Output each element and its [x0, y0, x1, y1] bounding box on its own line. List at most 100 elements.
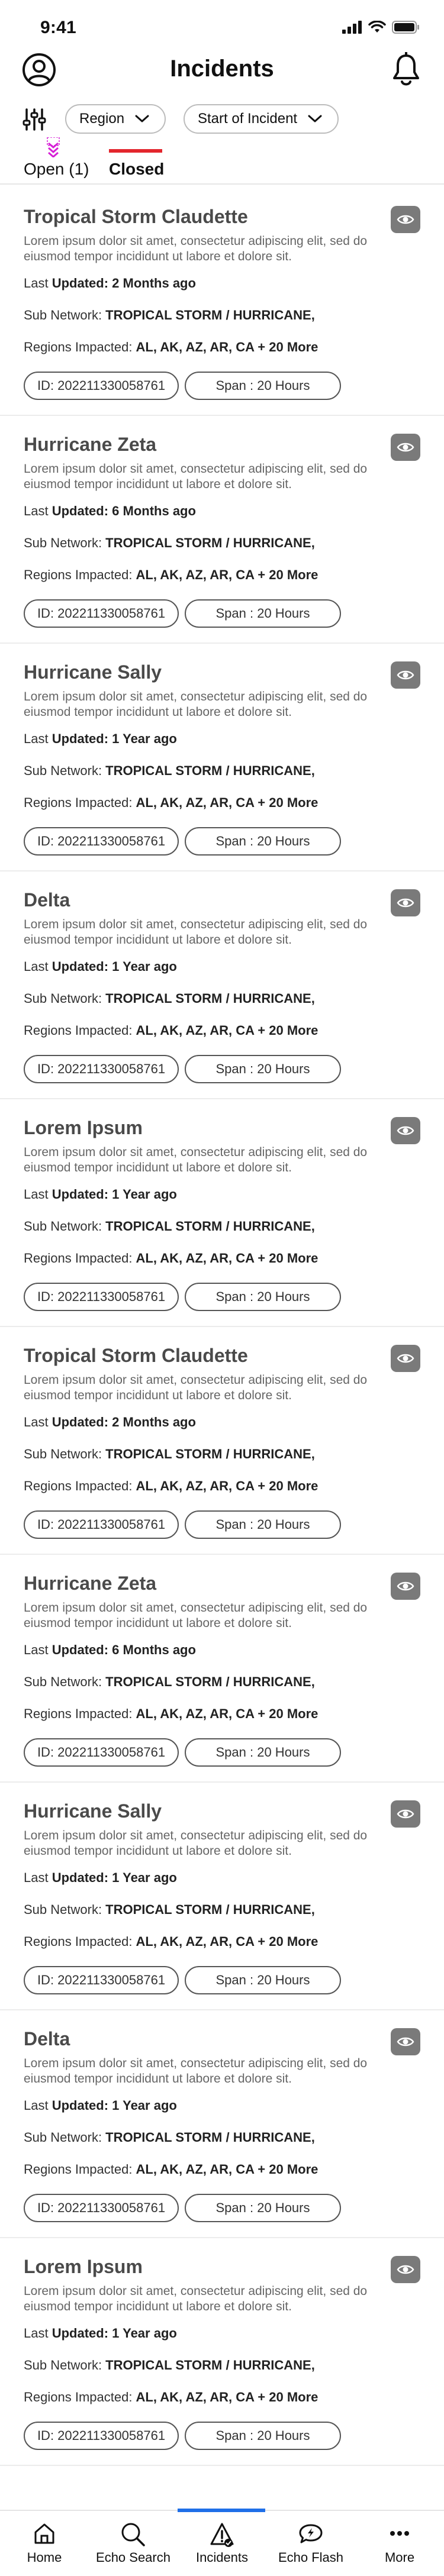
nav-label-incidents: Incidents	[195, 2550, 249, 2565]
nav-item-echo-search[interactable]: Echo Search	[89, 2522, 178, 2565]
view-incident-button[interactable]	[391, 1573, 420, 1600]
tab-closed[interactable]: Closed	[109, 160, 164, 179]
incident-title: Hurricane Sally	[24, 661, 162, 683]
region-dropdown[interactable]: Region	[65, 104, 166, 134]
regions-row: Regions Impacted: AL, AK, AZ, AR, CA + 2…	[24, 1479, 318, 1494]
eye-icon	[397, 215, 414, 224]
sub-network-label: Sub Network:	[24, 991, 106, 1006]
view-incident-button[interactable]	[391, 661, 420, 689]
view-incident-button[interactable]	[391, 206, 420, 233]
view-incident-button[interactable]	[391, 434, 420, 461]
incident-id-chip: ID: 202211330058761	[24, 372, 179, 400]
tab-open[interactable]: Open (1)	[24, 160, 89, 179]
incident-id-chip: ID: 202211330058761	[24, 1966, 179, 1994]
regions-value: AL, AK, AZ, AR, CA + 20 More	[136, 795, 318, 810]
sub-network-label: Sub Network:	[24, 1674, 106, 1689]
incident-list: Tropical Storm Claudette Lorem ipsum dolo…	[0, 188, 444, 2466]
regions-label: Regions Impacted:	[24, 340, 136, 354]
view-incident-button[interactable]	[391, 2256, 420, 2283]
regions-label: Regions Impacted:	[24, 1706, 136, 1721]
incident-description: Lorem ipsum dolor sit amet, consectetur …	[24, 462, 368, 491]
last-label: Last	[24, 2326, 52, 2341]
regions-label: Regions Impacted:	[24, 1934, 136, 1949]
sub-network-row: Sub Network: TROPICAL STORM / HURRICANE,	[24, 2358, 315, 2373]
span-chip: Span : 20 Hours	[185, 1055, 341, 1083]
updated-value: 2 Months ago	[112, 276, 196, 290]
nav-active-indicator	[178, 2509, 265, 2512]
view-incident-button[interactable]	[391, 2028, 420, 2055]
nav-item-home[interactable]: Home	[0, 2522, 89, 2565]
updated-value: 1 Year ago	[112, 731, 177, 746]
incident-card[interactable]: Tropical Storm Claudette Lorem ipsum dolo…	[0, 1327, 444, 1555]
incident-title: Delta	[24, 889, 70, 911]
view-incident-button[interactable]	[391, 1800, 420, 1828]
last-updated-row: Last Updated: 1 Year ago	[24, 1870, 177, 1886]
incident-card[interactable]: Lorem Ipsum Lorem ipsum dolor sit amet, c…	[0, 2238, 444, 2466]
regions-row: Regions Impacted: AL, AK, AZ, AR, CA + 2…	[24, 567, 318, 583]
nav-item-incidents[interactable]: Incidents	[178, 2522, 266, 2565]
sub-network-value: TROPICAL STORM / HURRICANE,	[105, 1219, 315, 1234]
eye-icon	[397, 898, 414, 908]
sub-network-row: Sub Network: TROPICAL STORM / HURRICANE,	[24, 763, 315, 779]
incident-description: Lorem ipsum dolor sit amet, consectetur …	[24, 2057, 368, 2086]
regions-row: Regions Impacted: AL, AK, AZ, AR, CA + 2…	[24, 1934, 318, 1949]
start-of-incident-dropdown[interactable]: Start of Incident	[184, 104, 339, 134]
start-of-incident-label: Start of Incident	[198, 111, 298, 127]
incident-description: Lorem ipsum dolor sit amet, consectetur …	[24, 918, 368, 947]
eye-icon	[397, 670, 414, 680]
nav-label-echo-search: Echo Search	[96, 2550, 170, 2565]
status-time: 9:41	[40, 18, 76, 37]
incident-title: Tropical Storm Claudette	[24, 1345, 248, 1366]
sub-network-value: TROPICAL STORM / HURRICANE,	[105, 991, 315, 1006]
incident-card[interactable]: Delta Lorem ipsum dolor sit amet, consect…	[0, 871, 444, 1099]
sub-network-value: TROPICAL STORM / HURRICANE,	[105, 2130, 315, 2145]
updated-value: 1 Year ago	[112, 2326, 177, 2341]
regions-row: Regions Impacted: AL, AK, AZ, AR, CA + 2…	[24, 1706, 318, 1722]
incident-card[interactable]: Hurricane Zeta Lorem ipsum dolor sit amet…	[0, 1555, 444, 1783]
last-label: Last	[24, 1187, 52, 1202]
incident-id-chip: ID: 202211330058761	[24, 827, 179, 856]
sub-network-value: TROPICAL STORM / HURRICANE,	[105, 1674, 315, 1689]
incident-card[interactable]: Tropical Storm Claudette Lorem ipsum dolo…	[0, 188, 444, 416]
last-updated-row: Last Updated: 6 Months ago	[24, 1642, 196, 1658]
more-icon	[390, 2531, 409, 2536]
eye-icon	[397, 1354, 414, 1363]
regions-label: Regions Impacted:	[24, 567, 136, 582]
sub-network-row: Sub Network: TROPICAL STORM / HURRICANE,	[24, 308, 315, 323]
incident-id-chip: ID: 202211330058761	[24, 599, 179, 628]
sliders-icon	[22, 108, 46, 131]
bell-icon	[393, 51, 419, 86]
regions-label: Regions Impacted:	[24, 1479, 136, 1493]
view-incident-button[interactable]	[391, 1345, 420, 1372]
updated-value: 2 Months ago	[112, 1415, 196, 1429]
status-tabs: Open (1) Closed	[0, 136, 444, 185]
updated-value: 6 Months ago	[112, 1642, 196, 1657]
sub-network-row: Sub Network: TROPICAL STORM / HURRICANE,	[24, 1447, 315, 1462]
incident-card[interactable]: Delta Lorem ipsum dolor sit amet, consect…	[0, 2010, 444, 2238]
filter-settings-button[interactable]	[22, 108, 46, 134]
incident-description: Lorem ipsum dolor sit amet, consectetur …	[24, 1601, 368, 1630]
span-chip: Span : 20 Hours	[185, 1738, 341, 1767]
nav-item-echo-flash[interactable]: Echo Flash	[266, 2522, 355, 2565]
sub-network-value: TROPICAL STORM / HURRICANE,	[105, 2358, 315, 2372]
sub-network-label: Sub Network:	[24, 308, 106, 322]
incident-card[interactable]: Hurricane Sally Lorem ipsum dolor sit ame…	[0, 1783, 444, 2010]
regions-value: AL, AK, AZ, AR, CA + 20 More	[136, 1706, 318, 1721]
eye-icon	[397, 1581, 414, 1591]
nav-item-more[interactable]: More	[355, 2522, 444, 2565]
span-chip: Span : 20 Hours	[185, 1283, 341, 1311]
incident-card[interactable]: Hurricane Sally Lorem ipsum dolor sit ame…	[0, 644, 444, 871]
regions-value: AL, AK, AZ, AR, CA + 20 More	[136, 2390, 318, 2404]
last-label: Last	[24, 2098, 52, 2113]
span-chip: Span : 20 Hours	[185, 1510, 341, 1539]
notifications-button[interactable]	[390, 51, 423, 91]
updated-label: Updated:	[52, 503, 109, 518]
incident-card[interactable]: Hurricane Zeta Lorem ipsum dolor sit amet…	[0, 416, 444, 644]
view-incident-button[interactable]	[391, 889, 420, 916]
view-incident-button[interactable]	[391, 1117, 420, 1144]
signal-icon	[342, 21, 362, 34]
sub-network-row: Sub Network: TROPICAL STORM / HURRICANE,	[24, 1674, 315, 1690]
regions-row: Regions Impacted: AL, AK, AZ, AR, CA + 2…	[24, 1023, 318, 1038]
incident-card[interactable]: Lorem Ipsum Lorem ipsum dolor sit amet, c…	[0, 1099, 444, 1327]
incident-description: Lorem ipsum dolor sit amet, consectetur …	[24, 2284, 368, 2313]
